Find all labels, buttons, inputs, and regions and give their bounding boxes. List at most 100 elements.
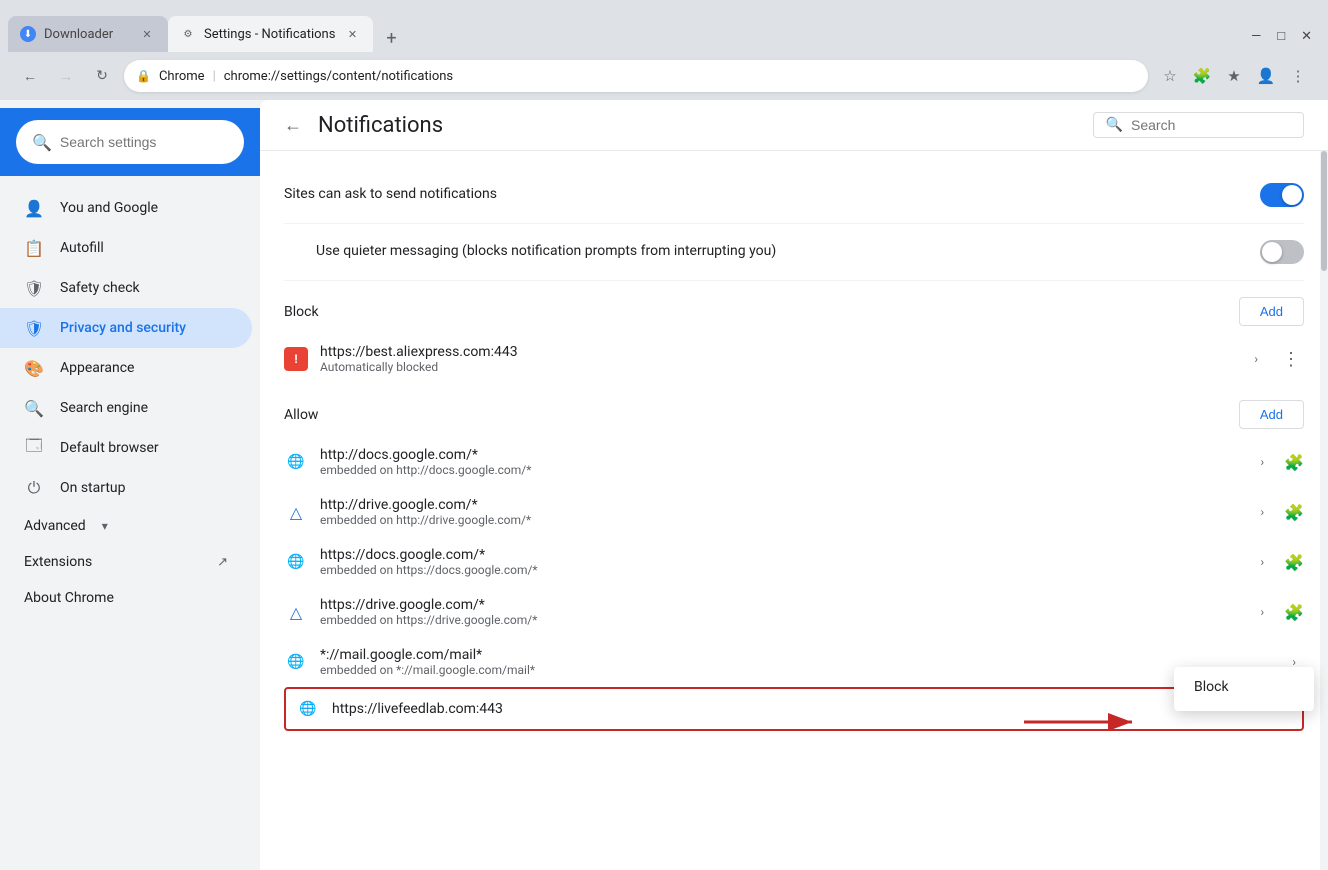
site-url-docs-http: http://docs.google.com/* bbox=[320, 447, 1248, 463]
back-to-settings-button[interactable]: ← bbox=[284, 115, 302, 136]
sidebar-item-default-browser[interactable]: 🗔 Default browser bbox=[0, 428, 252, 468]
close-button[interactable]: ✕ bbox=[1301, 29, 1312, 44]
advanced-label: Advanced bbox=[24, 518, 86, 534]
extension-icon[interactable]: 🧩 bbox=[1188, 62, 1216, 90]
sidebar-label-default-browser: Default browser bbox=[60, 440, 159, 456]
context-menu-block[interactable]: Block bbox=[1174, 667, 1314, 707]
minimize-button[interactable]: — bbox=[1251, 29, 1261, 44]
tab-title-downloader: Downloader bbox=[44, 27, 130, 42]
site-sub-mail: embedded on *://mail.google.com/mail* bbox=[320, 663, 1280, 677]
extensions-puzzle-icon[interactable]: ★ bbox=[1220, 62, 1248, 90]
search-engine-icon: 🔍 bbox=[24, 398, 44, 418]
content-panel: ← Notifications 🔍 Sites can ask to send … bbox=[260, 100, 1328, 870]
advanced-chevron-icon: ▾ bbox=[102, 519, 108, 533]
site-url-livefeedlab: https://livefeedlab.com:443 bbox=[332, 701, 1292, 717]
default-browser-icon: 🗔 bbox=[24, 438, 44, 458]
site-entry-docs-http[interactable]: 🌐 http://docs.google.com/* embedded on h… bbox=[284, 437, 1304, 487]
sidebar-label-autofill: Autofill bbox=[60, 240, 104, 256]
menu-icon[interactable]: ⋮ bbox=[1284, 62, 1312, 90]
sidebar-item-about-chrome[interactable]: About Chrome bbox=[0, 580, 252, 616]
more-icon-aliexpress[interactable]: ⋮ bbox=[1278, 345, 1304, 374]
settings-search-icon: 🔍 bbox=[32, 133, 52, 152]
extensions-external-icon: ↗ bbox=[217, 555, 228, 570]
toggle-thumb bbox=[1282, 185, 1302, 205]
safety-shield-icon: 🛡 bbox=[24, 278, 44, 298]
new-tab-button[interactable]: + bbox=[377, 24, 405, 52]
browser-frame: ⬇ Downloader ✕ ⚙ Settings - Notification… bbox=[0, 0, 1328, 870]
site-entry-drive-http[interactable]: △ http://drive.google.com/* embedded on … bbox=[284, 487, 1304, 537]
site-sub-drive-https: embedded on https://drive.google.com/* bbox=[320, 613, 1248, 627]
site-text-docs-http: http://docs.google.com/* embedded on htt… bbox=[320, 447, 1248, 477]
site-entry-aliexpress[interactable]: ! https://best.aliexpress.com:443 Automa… bbox=[284, 334, 1304, 384]
site-text-drive-https: https://drive.google.com/* embedded on h… bbox=[320, 597, 1248, 627]
quieter-toggle-thumb bbox=[1262, 242, 1282, 262]
reload-button[interactable]: ↻ bbox=[88, 62, 116, 90]
address-bar-icons: ☆ 🧩 ★ 👤 ⋮ bbox=[1156, 62, 1312, 90]
back-button[interactable]: ← bbox=[16, 62, 44, 90]
autofill-icon: 📋 bbox=[24, 238, 44, 258]
drive-icon-drive-http: △ bbox=[284, 500, 308, 524]
tab-downloader[interactable]: ⬇ Downloader ✕ bbox=[8, 16, 168, 52]
site-entry-mail[interactable]: 🌐 *://mail.google.com/mail* embedded on … bbox=[284, 637, 1304, 687]
sidebar-section-advanced[interactable]: Advanced ▾ bbox=[0, 508, 260, 544]
allow-add-button[interactable]: Add bbox=[1239, 400, 1304, 429]
tab-close-settings[interactable]: ✕ bbox=[343, 25, 361, 43]
context-menu-edit[interactable]: Edit bbox=[1174, 707, 1314, 711]
block-section-header: Block Add bbox=[284, 297, 1304, 326]
bookmark-icon[interactable]: ☆ bbox=[1156, 62, 1184, 90]
arrow-svg bbox=[1024, 702, 1144, 742]
tab-favicon-settings: ⚙ bbox=[180, 26, 196, 42]
sidebar-item-you-and-google[interactable]: 👤 You and Google bbox=[0, 188, 252, 228]
sidebar-label-on-startup: On startup bbox=[60, 480, 126, 496]
sidebar-item-autofill[interactable]: 📋 Autofill bbox=[0, 228, 252, 268]
quieter-messaging-toggle[interactable] bbox=[1260, 240, 1304, 264]
url-bar[interactable]: 🔒 Chrome | chrome://settings/content/not… bbox=[124, 60, 1148, 92]
sidebar-item-extensions[interactable]: Extensions ↗ bbox=[0, 544, 252, 580]
url-lock-icon: 🔒 bbox=[136, 69, 151, 83]
site-url-drive-http: http://drive.google.com/* bbox=[320, 497, 1248, 513]
arrow-container bbox=[1024, 702, 1144, 746]
sidebar-item-safety-check[interactable]: 🛡 Safety check bbox=[0, 268, 252, 308]
notifications-search-input[interactable] bbox=[1131, 117, 1291, 133]
sites-ask-text: Sites can ask to send notifications bbox=[284, 186, 1260, 204]
content-scroll: Sites can ask to send notifications Use … bbox=[260, 151, 1328, 870]
chevron-icon-docs-http: › bbox=[1260, 455, 1264, 469]
quieter-messaging-text: Use quieter messaging (blocks notificati… bbox=[316, 243, 1260, 261]
forward-button[interactable]: → bbox=[52, 62, 80, 90]
globe-icon-mail: 🌐 bbox=[284, 650, 308, 674]
allow-section-header: Allow Add bbox=[284, 400, 1304, 429]
site-entry-drive-https[interactable]: △ https://drive.google.com/* embedded on… bbox=[284, 587, 1304, 637]
sites-ask-toggle[interactable] bbox=[1260, 183, 1304, 207]
site-sub-drive-http: embedded on http://drive.google.com/* bbox=[320, 513, 1248, 527]
sidebar-item-appearance[interactable]: 🎨 Appearance bbox=[0, 348, 252, 388]
livefeedlab-wrapper: 🌐 https://livefeedlab.com:443 bbox=[284, 687, 1304, 731]
context-menu: Block Edit Remove bbox=[1174, 667, 1314, 711]
allow-label: Allow bbox=[284, 407, 318, 423]
block-add-button[interactable]: Add bbox=[1239, 297, 1304, 326]
site-entry-livefeedlab[interactable]: 🌐 https://livefeedlab.com:443 bbox=[284, 687, 1304, 731]
notifications-search-icon: 🔍 bbox=[1106, 117, 1123, 133]
sidebar-item-on-startup[interactable]: ⏻ On startup bbox=[0, 468, 252, 508]
sidebar-label-you-and-google: You and Google bbox=[60, 200, 158, 216]
site-entry-docs-https[interactable]: 🌐 https://docs.google.com/* embedded on … bbox=[284, 537, 1304, 587]
puzzle-icon-docs-http: 🧩 bbox=[1284, 453, 1304, 472]
address-bar: ← → ↻ 🔒 Chrome | chrome://settings/conte… bbox=[0, 52, 1328, 100]
maximize-button[interactable]: □ bbox=[1277, 28, 1285, 44]
tab-settings-notifications[interactable]: ⚙ Settings - Notifications ✕ bbox=[168, 16, 373, 52]
window-controls: — □ ✕ bbox=[1251, 28, 1320, 52]
sidebar-item-privacy-security[interactable]: 🛡 Privacy and security bbox=[0, 308, 252, 348]
scrollbar-thumb[interactable] bbox=[1321, 151, 1327, 271]
quieter-messaging-label: Use quieter messaging (blocks notificati… bbox=[316, 243, 1260, 259]
sidebar-item-search-engine[interactable]: 🔍 Search engine bbox=[0, 388, 252, 428]
site-url-aliexpress: https://best.aliexpress.com:443 bbox=[320, 344, 1242, 360]
globe-icon-docs-https: 🌐 bbox=[284, 550, 308, 574]
site-sub-docs-http: embedded on http://docs.google.com/* bbox=[320, 463, 1248, 477]
tab-close-downloader[interactable]: ✕ bbox=[138, 25, 156, 43]
drive-icon-drive-https: △ bbox=[284, 600, 308, 624]
settings-search-input[interactable] bbox=[60, 134, 241, 150]
profile-icon[interactable]: 👤 bbox=[1252, 62, 1280, 90]
sites-ask-row: Sites can ask to send notifications bbox=[284, 167, 1304, 224]
globe-icon-livefeedlab: 🌐 bbox=[296, 697, 320, 721]
site-sub-docs-https: embedded on https://docs.google.com/* bbox=[320, 563, 1248, 577]
quieter-messaging-row: Use quieter messaging (blocks notificati… bbox=[284, 224, 1304, 281]
